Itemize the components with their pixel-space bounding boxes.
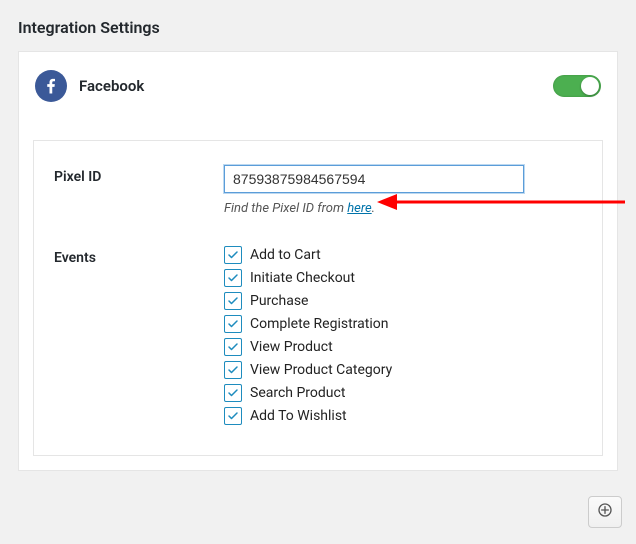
event-item[interactable]: Complete Registration bbox=[224, 315, 582, 333]
settings-panel: Pixel ID Find the Pixel ID from here. Ev… bbox=[33, 140, 603, 456]
checkbox[interactable] bbox=[224, 384, 242, 402]
events-row: Events Add to Cart Initiate Checkout Purch… bbox=[54, 246, 582, 425]
events-list: Add to Cart Initiate Checkout Purchase Comp… bbox=[224, 246, 582, 425]
event-item[interactable]: View Product bbox=[224, 338, 582, 356]
pixel-id-row: Pixel ID Find the Pixel ID from here. bbox=[54, 165, 582, 216]
checkbox[interactable] bbox=[224, 315, 242, 333]
pixel-id-hint-link[interactable]: here bbox=[347, 201, 371, 216]
page-title: Integration Settings bbox=[18, 18, 618, 37]
event-label: View Product bbox=[250, 339, 333, 355]
event-item[interactable]: Add To Wishlist bbox=[224, 407, 582, 425]
event-item[interactable]: Search Product bbox=[224, 384, 582, 402]
pixel-id-hint: Find the Pixel ID from here. bbox=[224, 201, 582, 216]
checkbox[interactable] bbox=[224, 407, 242, 425]
integration-brand: Facebook bbox=[35, 70, 144, 102]
integration-header: Facebook bbox=[33, 66, 603, 108]
event-item[interactable]: Add to Cart bbox=[224, 246, 582, 264]
toggle-knob bbox=[581, 77, 599, 95]
event-item[interactable]: Purchase bbox=[224, 292, 582, 310]
add-integration-button[interactable] bbox=[588, 496, 622, 528]
event-item[interactable]: Initiate Checkout bbox=[224, 269, 582, 287]
event-label: Add to Cart bbox=[250, 247, 321, 263]
events-label: Events bbox=[54, 246, 224, 266]
hint-prefix: Find the Pixel ID from bbox=[224, 201, 347, 216]
facebook-icon bbox=[35, 70, 67, 102]
event-label: View Product Category bbox=[250, 362, 392, 378]
plus-icon bbox=[597, 502, 613, 522]
pixel-id-control: Find the Pixel ID from here. bbox=[224, 165, 582, 216]
pixel-id-input[interactable] bbox=[224, 165, 524, 193]
checkbox[interactable] bbox=[224, 338, 242, 356]
event-label: Initiate Checkout bbox=[250, 270, 355, 286]
integration-card: Facebook Pixel ID Find the Pixel ID from… bbox=[18, 51, 618, 471]
hint-suffix: . bbox=[372, 201, 375, 216]
event-label: Purchase bbox=[250, 293, 308, 309]
checkbox[interactable] bbox=[224, 269, 242, 287]
event-label: Add To Wishlist bbox=[250, 408, 347, 424]
event-label: Search Product bbox=[250, 385, 345, 401]
pixel-id-label: Pixel ID bbox=[54, 165, 224, 185]
checkbox[interactable] bbox=[224, 246, 242, 264]
checkbox[interactable] bbox=[224, 361, 242, 379]
enable-toggle[interactable] bbox=[553, 75, 601, 97]
checkbox[interactable] bbox=[224, 292, 242, 310]
event-label: Complete Registration bbox=[250, 316, 388, 332]
integration-name: Facebook bbox=[79, 77, 144, 95]
event-item[interactable]: View Product Category bbox=[224, 361, 582, 379]
